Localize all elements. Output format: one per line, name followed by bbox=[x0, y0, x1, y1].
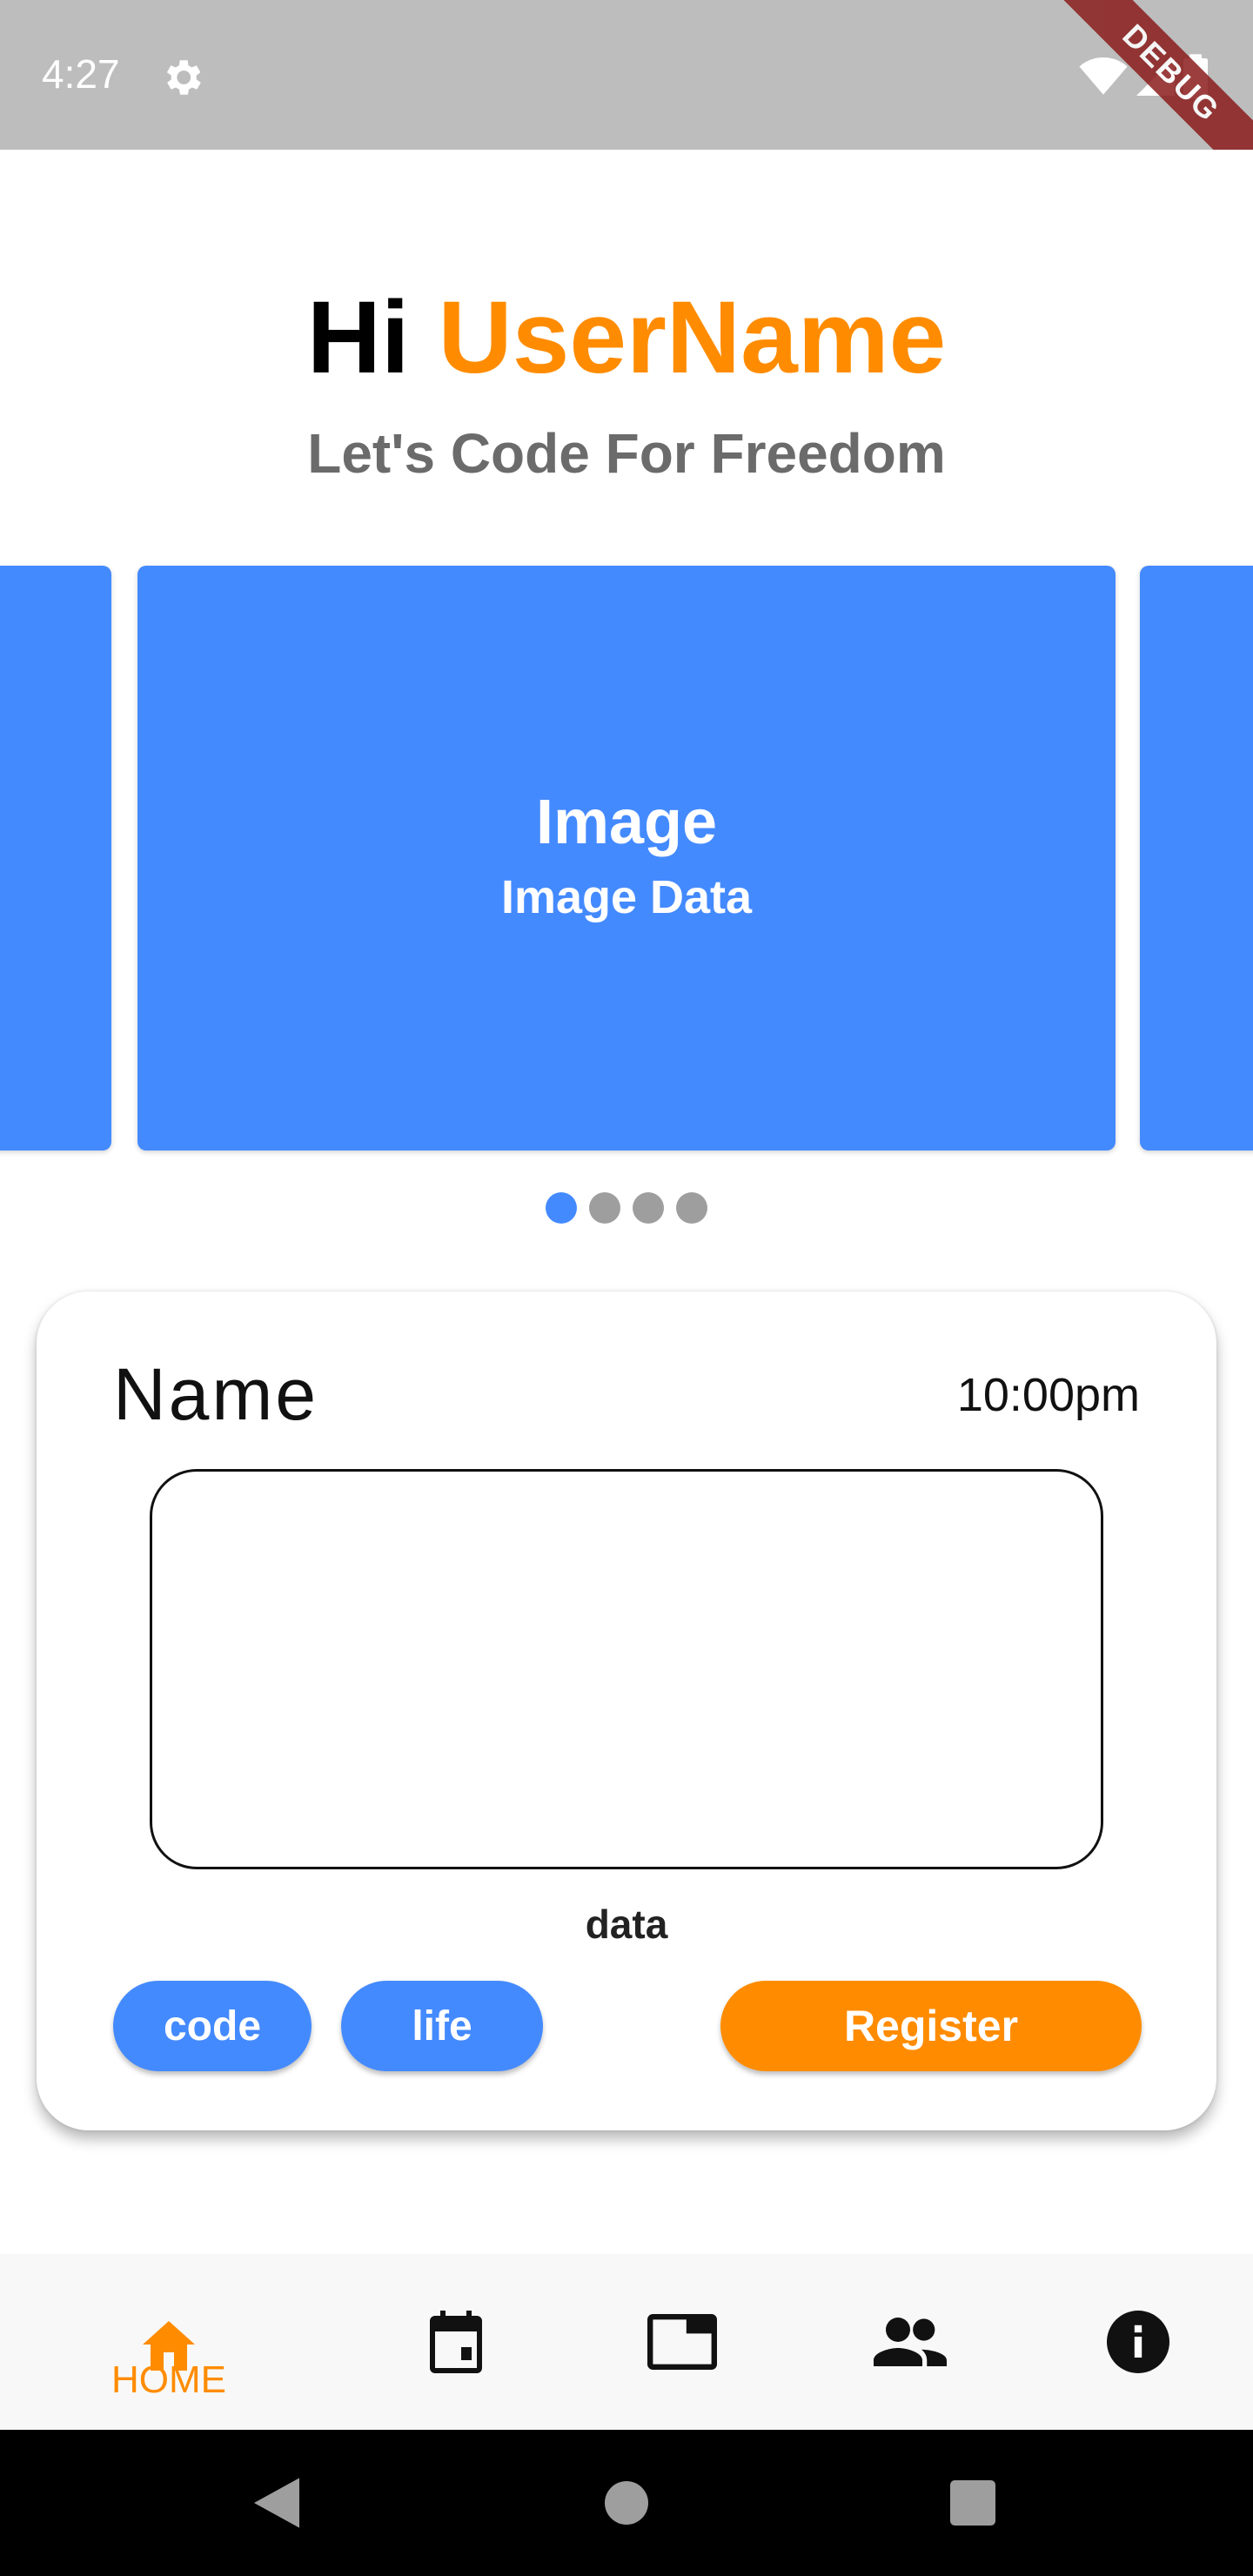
info-icon bbox=[1107, 2311, 1169, 2373]
greeting-heading: Hi UserName bbox=[0, 277, 1253, 399]
event-name: Name bbox=[113, 1353, 319, 1435]
settings-gear-icon bbox=[166, 60, 201, 95]
nav-label-home: HOME bbox=[111, 2358, 226, 2401]
calendar-icon bbox=[430, 2311, 482, 2373]
page-dot[interactable] bbox=[589, 1192, 620, 1224]
recents-icon[interactable] bbox=[950, 2480, 995, 2526]
event-time: 10:00pm bbox=[956, 1369, 1140, 1421]
debug-banner: DEBUG bbox=[1036, 0, 1253, 150]
page-dot[interactable] bbox=[546, 1192, 577, 1224]
slide-title: Image bbox=[535, 788, 718, 857]
nav-item-people[interactable] bbox=[823, 2254, 997, 2430]
image-carousel[interactable]: Image Image Data bbox=[0, 566, 1253, 1150]
slide-subtitle: Image Data bbox=[500, 871, 753, 923]
home-circle-icon[interactable] bbox=[605, 2481, 648, 2525]
nav-item-info[interactable] bbox=[1051, 2254, 1225, 2430]
tagline: Let's Code For Freedom bbox=[307, 422, 946, 485]
carousel-slide-current[interactable]: Image Image Data bbox=[137, 566, 1116, 1150]
event-image-box bbox=[150, 1469, 1103, 1869]
bottom-navigation: HOME bbox=[0, 2254, 1253, 2430]
carousel-page-indicator bbox=[0, 1192, 1253, 1224]
nav-item-calendar[interactable] bbox=[369, 2254, 543, 2430]
nav-item-home[interactable]: HOME bbox=[82, 2254, 256, 2430]
tag-chip-life[interactable]: life bbox=[341, 1981, 543, 2071]
carousel-slide-next[interactable] bbox=[1140, 566, 1253, 1150]
event-data-label: data bbox=[585, 1902, 668, 1947]
wifi-icon bbox=[1079, 57, 1128, 95]
status-time: 4:27 bbox=[42, 51, 120, 97]
people-icon bbox=[874, 2318, 947, 2366]
register-button[interactable]: Register bbox=[720, 1981, 1142, 2071]
picture-in-picture-icon bbox=[647, 2314, 717, 2370]
page-dot[interactable] bbox=[633, 1192, 664, 1224]
carousel-slide-previous[interactable] bbox=[0, 566, 111, 1150]
page-dot[interactable] bbox=[676, 1192, 707, 1224]
system-navigation-bar bbox=[0, 2430, 1253, 2576]
username-text: UserName bbox=[438, 280, 947, 395]
tag-chip-code[interactable]: code bbox=[113, 1981, 312, 2071]
nav-item-media[interactable] bbox=[595, 2254, 769, 2430]
back-icon[interactable] bbox=[254, 2477, 299, 2529]
event-card: Name 10:00pm data code life Register bbox=[37, 1291, 1216, 2130]
greeting-prefix: Hi bbox=[306, 280, 439, 395]
status-bar: 4:27 DEBUG bbox=[0, 0, 1253, 150]
